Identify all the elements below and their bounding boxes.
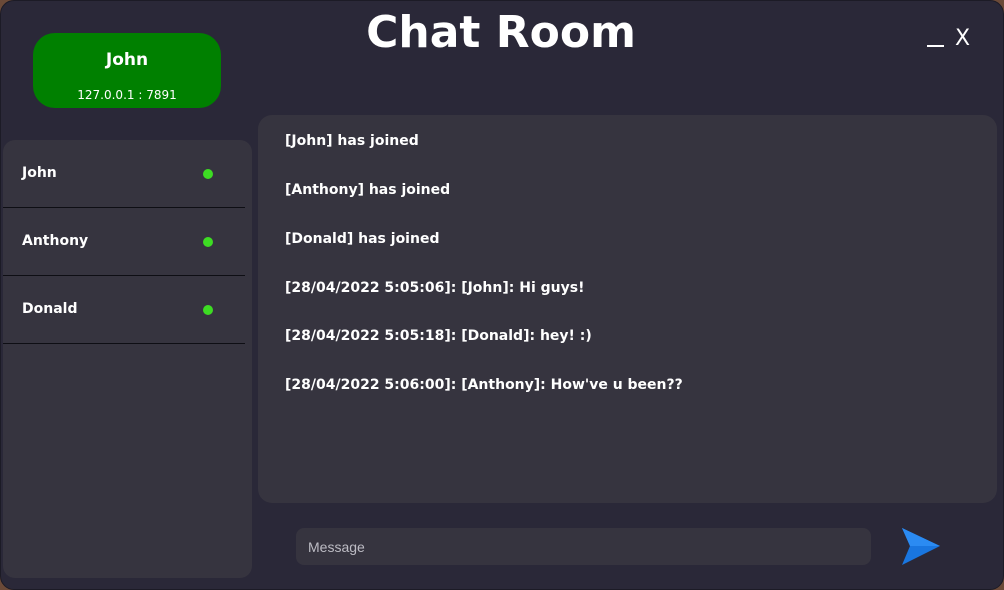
send-button[interactable] [900, 527, 942, 567]
send-icon [902, 528, 940, 565]
member-item-anthony[interactable]: Anthony [3, 208, 245, 276]
current-user-address: 127.0.0.1 : 7891 [77, 88, 177, 102]
message-input[interactable] [296, 528, 871, 565]
chat-message: [28/04/2022 5:05:18]: [Donald]: hey! :) [285, 328, 592, 344]
member-name: John [22, 165, 57, 181]
chat-message: [Donald] has joined [285, 231, 440, 247]
member-list: John Anthony Donald [3, 140, 252, 578]
message-log[interactable]: [John] has joined [Anthony] has joined [… [258, 115, 997, 503]
member-item-donald[interactable]: Donald [3, 276, 245, 344]
member-name: Anthony [22, 233, 89, 249]
current-user-name: John [105, 50, 149, 70]
member-item-john[interactable]: John [3, 140, 245, 208]
member-name: Donald [22, 301, 78, 317]
window-title: Chat Room [366, 7, 636, 58]
chat-message: [John] has joined [285, 133, 419, 149]
chat-message: [28/04/2022 5:06:00]: [Anthony]: How've … [285, 377, 683, 393]
online-status-icon [203, 237, 213, 247]
minimize-icon [927, 45, 944, 47]
current-user-card: John 127.0.0.1 : 7891 [33, 33, 221, 108]
online-status-icon [203, 169, 213, 179]
close-button[interactable]: X [955, 25, 975, 53]
chat-window: John 127.0.0.1 : 7891 Chat Room X John A… [0, 0, 1004, 590]
online-status-icon [203, 305, 213, 315]
chat-message: [28/04/2022 5:05:06]: [John]: Hi guys! [285, 280, 585, 296]
chat-message: [Anthony] has joined [285, 182, 451, 198]
